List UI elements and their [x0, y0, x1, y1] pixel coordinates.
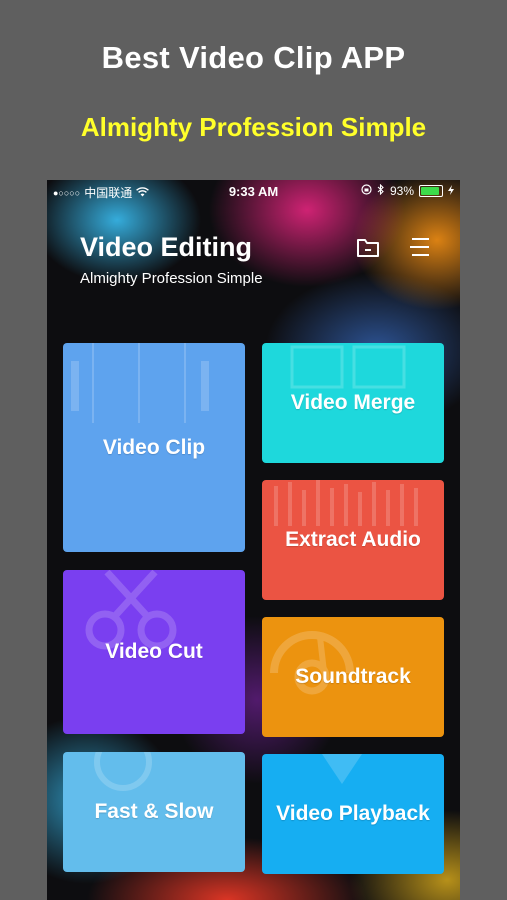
folder-icon[interactable]: [353, 232, 383, 262]
extract-audio-tile[interactable]: Extract Audio: [262, 480, 444, 600]
video-merge-tile[interactable]: Video Merge: [262, 343, 444, 463]
video-clip-label: Video Clip: [102, 435, 206, 459]
soundtrack-label: Soundtrack: [295, 665, 411, 688]
status-bar: ●○○○○ 中国联通 9:33 AM 93%: [47, 180, 460, 202]
charging-icon: [448, 184, 454, 198]
orientation-lock-icon: [361, 184, 372, 198]
speed-icon: [94, 752, 152, 791]
bluetooth-icon: [377, 183, 385, 198]
waveform-icon: [274, 480, 418, 526]
video-cut-tile[interactable]: Video Cut: [63, 570, 245, 734]
video-playback-tile[interactable]: Video Playback: [262, 754, 444, 874]
app-title: Video Editing: [80, 232, 253, 262]
menu-icon[interactable]: [405, 232, 435, 262]
battery-icon: [419, 185, 443, 197]
video-playback-label: Video Playback: [276, 802, 430, 825]
extract-audio-label: Extract Audio: [285, 528, 421, 551]
soundtrack-tile[interactable]: Soundtrack: [262, 617, 444, 737]
video-cut-label: Video Cut: [105, 640, 203, 663]
promo-subtitle: Almighty Profession Simple: [80, 112, 427, 142]
app-subtitle: Almighty Profession Simple: [80, 270, 263, 287]
fast-slow-label: Fast & Slow: [94, 800, 214, 823]
promo-title: Best Video Clip APP: [101, 40, 406, 75]
play-icon: [322, 754, 362, 784]
battery-percent: 93%: [389, 184, 414, 198]
fast-slow-tile[interactable]: Fast & Slow: [63, 752, 245, 872]
video-clip-tile[interactable]: Video Clip: [63, 343, 245, 552]
video-merge-label: Video Merge: [290, 391, 416, 414]
film-strip-icon: [71, 343, 209, 423]
phone-screen: ●○○○○ 中国联通 9:33 AM 93% Video Editing Alm…: [47, 180, 460, 900]
